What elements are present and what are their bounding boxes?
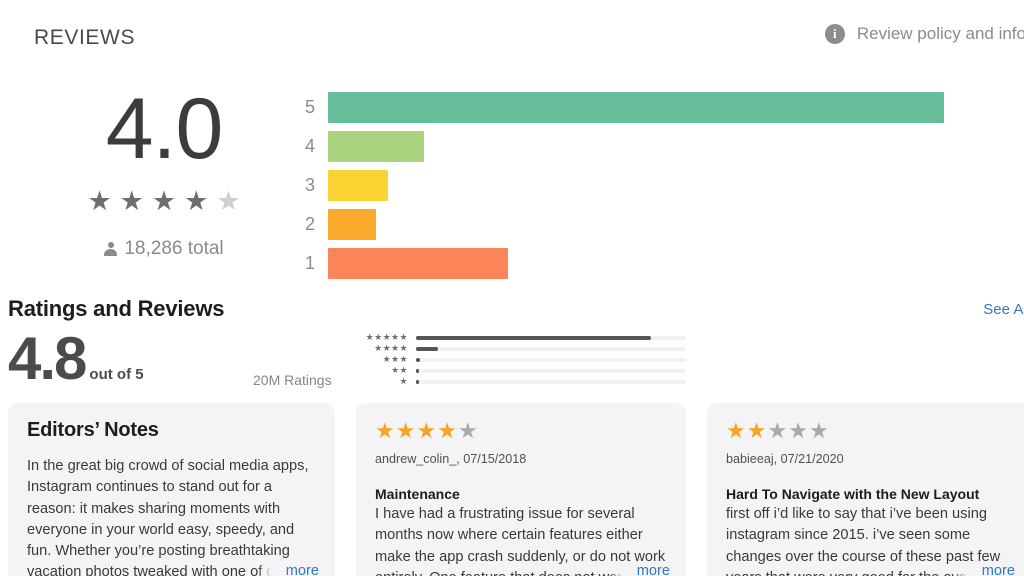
rating-bar-row: 1 [300,244,1000,283]
star-icon: ★ [375,418,396,443]
appstore-bar-track [416,335,686,340]
star-icon-group: ★★ [391,365,408,375]
star-icon: ★ [726,418,747,443]
appstore-bar-row: ★★★★ [356,343,686,354]
star-icon-empty: ★ [788,418,809,443]
review-card[interactable]: ★★★★★ andrew_colin_, 07/15/2018 Maintena… [356,403,686,576]
review-star-rating: ★★★★★ [375,419,667,442]
rating-bar-label: 1 [304,253,315,273]
appstore-bar-track [416,368,686,373]
appstore-bar-fill [416,346,438,351]
star-icon: ★ [119,186,144,216]
review-policy-label: Review policy and info [856,24,1024,43]
appstore-bar-row: ★ [356,376,686,387]
appstore-distribution-chart: ★★★★★ ★★★★ ★★★ ★★ ★ [356,332,686,387]
person-icon [104,241,118,257]
appstore-bar-row: ★★★★★ [356,332,686,343]
see-all-link[interactable]: See All [983,301,1024,318]
star-icon-group: ★★★ [382,354,408,364]
rating-bar-label: 4 [304,136,315,156]
review-meta: andrew_colin_, 07/15/2018 [375,452,527,466]
star-icon-empty: ★ [767,418,789,443]
total-reviews-label: 18,286 total [124,238,224,259]
overall-score-block: 4.0 ★ ★ ★ ★ ★ 18,286 total [60,86,268,260]
review-star-rating: ★★★★★ [726,419,1012,442]
appstore-bar-track [416,346,686,351]
total-reviews: 18,286 total [60,238,268,260]
star-icon: ★ [437,418,458,443]
star-icon-group: ★★★★★ [365,332,408,342]
star-icon-empty: ★ [457,418,479,443]
rating-bar-label: 5 [304,97,315,117]
rating-bar-row: 5 [300,88,1000,127]
appstore-bar-fill [416,357,421,362]
rating-distribution-chart: 5 4 3 2 1 [300,88,1000,283]
star-icon-group: ★★★★ [374,343,408,353]
star-icon: ★ [151,186,177,216]
rating-bar-row: 2 [300,205,1000,244]
star-icon-empty: ★ [216,186,241,216]
star-icon: ★ [746,418,768,443]
rating-bar [328,248,508,279]
editors-notes-title: Editors’ Notes [27,419,159,441]
page-title: REVIEWS [34,26,136,49]
more-link[interactable]: more [608,563,670,576]
appstore-bar-fill [416,335,651,340]
rating-bar-label: 2 [304,214,315,234]
appstore-score-outof: out of 5 [89,366,144,383]
rating-bar [328,92,944,123]
star-icon-group: ★ [399,376,408,386]
review-meta: babieeaj, 07/21/2020 [726,452,844,466]
appstore-bar-track [416,379,686,384]
appstore-score-value: 4.8 [8,325,87,392]
rating-bar [328,209,377,240]
rating-bar [328,131,425,162]
overall-star-rating: ★ ★ ★ ★ ★ [60,188,268,215]
review-title: Hard To Navigate with the New Layout [726,486,980,502]
review-title: Maintenance [375,486,460,502]
info-icon: i [824,24,845,44]
editors-notes-body: In the great big crowd of social media a… [27,458,313,576]
cards-row: Editors’ Notes In the great big crowd of… [8,403,1024,576]
rating-bar-row: 3 [300,166,1000,205]
review-card[interactable]: ★★★★★ babieeaj, 07/21/2020 Hard To Navig… [707,403,1024,576]
reviews-page: REVIEWS i Review policy and info 4.0 ★ ★ ★… [0,0,1024,576]
rating-bar-row: 4 [300,127,1000,166]
appstore-bar-row: ★★★ [356,354,686,365]
review-policy-link[interactable]: i Review policy and info [824,24,1024,44]
star-icon: ★ [184,186,209,216]
overall-score-value: 4.0 [105,81,224,177]
more-link[interactable]: more [257,563,319,576]
appstore-score-block: 4.8 out of 5 [8,325,144,392]
appstore-bar-row: ★★ [356,365,686,376]
more-link[interactable]: more [953,563,1015,576]
star-icon: ★ [416,418,438,443]
ratings-and-reviews-heading: Ratings and Reviews [8,296,225,321]
appstore-bar-fill [416,379,420,384]
appstore-ratings-count: 20M Ratings [253,372,332,388]
rating-bar [328,170,388,201]
rating-bar-label: 3 [304,175,315,195]
star-icon: ★ [395,418,417,443]
star-icon: ★ [87,186,112,216]
appstore-bar-fill [416,368,420,373]
star-icon-empty: ★ [808,418,830,443]
reviews-header: REVIEWS [34,24,135,52]
editors-notes-card[interactable]: Editors’ Notes In the great big crowd of… [8,403,335,576]
appstore-bar-track [416,357,686,362]
